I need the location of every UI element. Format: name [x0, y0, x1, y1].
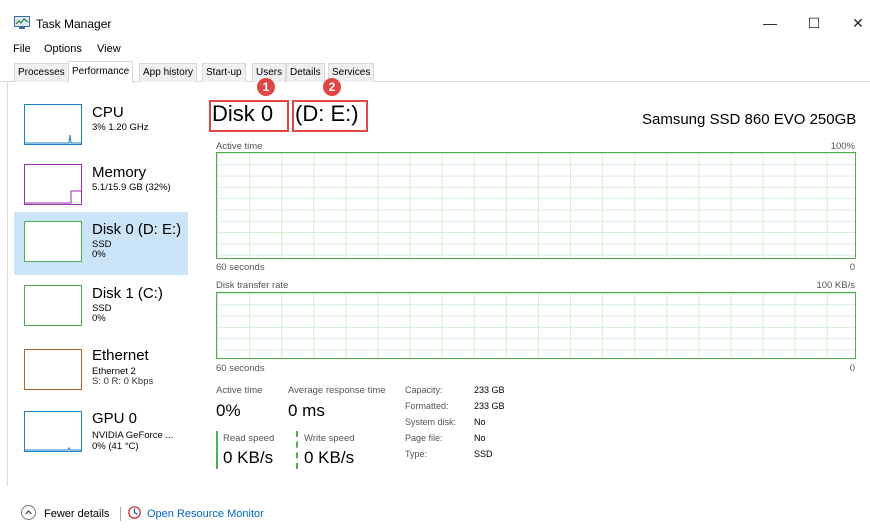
- memory-thumbnail-graph: [24, 164, 82, 205]
- menu-file[interactable]: File: [13, 43, 31, 55]
- sidebar-item-ethernet[interactable]: Ethernet Ethernet 2 S: 0 R: 0 Kbps: [14, 340, 188, 403]
- menu-view[interactable]: View: [97, 43, 121, 55]
- avg-response-value: 0 ms: [288, 401, 325, 420]
- gpu-sparkline: [25, 446, 81, 451]
- annotation-box-1: [209, 100, 289, 132]
- formatted-value: 233 GB: [474, 401, 505, 411]
- sidebar-item-memory[interactable]: Memory 5.1/15.9 GB (32%): [14, 155, 188, 218]
- capacity-label: Capacity:: [405, 385, 443, 395]
- disk-0-thumbnail-graph: [24, 221, 82, 262]
- formatted-label: Formatted:: [405, 401, 449, 411]
- read-speed-indicator: [216, 431, 218, 469]
- sidebar-disk-1-usage: 0%: [92, 313, 106, 324]
- transfer-rate-graph-label: Disk transfer rate: [216, 280, 289, 291]
- sidebar-gpu-name: GPU 0: [92, 410, 138, 427]
- sidebar-item-cpu[interactable]: CPU 3% 1.20 GHz: [14, 95, 188, 158]
- active-time-value: 0%: [216, 401, 241, 420]
- task-manager-icon: [14, 16, 30, 29]
- sidebar-memory-name: Memory: [92, 164, 147, 181]
- memory-sparkline: [25, 190, 81, 204]
- chevron-up-icon[interactable]: [21, 505, 36, 520]
- sidebar-cpu-detail: 3% 1.20 GHz: [92, 122, 149, 133]
- active-time-graph: [216, 152, 856, 259]
- sidebar-item-disk-0[interactable]: Disk 0 (D: E:) SSD 0%: [14, 212, 188, 275]
- write-speed-indicator: [296, 431, 298, 469]
- active-time-label: Active time: [216, 385, 263, 396]
- tab-app-history[interactable]: App history: [139, 63, 198, 82]
- read-speed-label: Read speed: [223, 433, 275, 444]
- system-disk-value: No: [474, 417, 486, 427]
- tab-bar: Processes Performance App history Start-…: [0, 60, 870, 83]
- sidebar-cpu-name: CPU: [92, 104, 124, 121]
- active-time-graph-duration: 60 seconds: [216, 262, 265, 273]
- tab-start-up[interactable]: Start-up: [202, 63, 246, 82]
- type-value: SSD: [474, 449, 493, 459]
- annotation-badge-1: 1: [257, 78, 275, 96]
- close-button[interactable]: ✕: [838, 10, 870, 36]
- sidebar-memory-detail: 5.1/15.9 GB (32%): [92, 182, 171, 193]
- minimize-button[interactable]: —: [750, 10, 790, 36]
- capacity-value: 233 GB: [474, 385, 505, 395]
- sidebar-ethernet-name: Ethernet: [92, 347, 149, 364]
- title-bar: Task Manager — ☐ ✕: [0, 0, 870, 40]
- transfer-rate-graph-max: 100 KB/s: [816, 280, 855, 291]
- cpu-thumbnail-graph: [24, 104, 82, 145]
- maximize-button[interactable]: ☐: [794, 10, 834, 36]
- active-time-graph-label: Active time: [216, 141, 263, 152]
- annotation-badge-2: 2: [323, 78, 341, 96]
- sidebar-gpu-usage: 0% (41 °C): [92, 441, 139, 452]
- ethernet-thumbnail-graph: [24, 349, 82, 390]
- menu-options[interactable]: Options: [44, 43, 82, 55]
- sidebar-item-gpu-0[interactable]: GPU 0 NVIDIA GeForce ... 0% (41 °C): [14, 400, 188, 463]
- transfer-rate-graph-min: 0: [849, 363, 855, 374]
- menu-bar: File Options View: [0, 40, 870, 60]
- page-file-label: Page file:: [405, 433, 443, 443]
- sidebar-disk-1-name: Disk 1 (C:): [92, 285, 163, 302]
- sidebar-ethernet-throughput: S: 0 R: 0 Kbps: [92, 376, 154, 387]
- tab-performance[interactable]: Performance: [68, 61, 134, 83]
- transfer-rate-graph: [216, 292, 856, 359]
- write-speed-label: Write speed: [304, 433, 355, 444]
- sidebar-disk-0-usage: 0%: [92, 249, 106, 260]
- sidebar-disk-0-name: Disk 0 (D: E:): [92, 221, 182, 238]
- resource-monitor-icon[interactable]: [128, 506, 141, 519]
- tab-details[interactable]: Details: [286, 63, 325, 82]
- gpu-thumbnail-graph: [24, 411, 82, 452]
- annotation-box-2: [292, 100, 368, 132]
- disk-model: Samsung SSD 860 EVO 250GB: [642, 111, 857, 128]
- active-time-graph-max: 100%: [830, 141, 855, 152]
- sidebar-gpu-model: NVIDIA GeForce ...: [92, 430, 174, 441]
- write-speed-value: 0 KB/s: [304, 448, 355, 467]
- type-label: Type:: [405, 449, 428, 459]
- sidebar-item-disk-1[interactable]: Disk 1 (C:) SSD 0%: [14, 276, 188, 339]
- avg-response-label: Average response time: [288, 385, 386, 396]
- read-speed-value: 0 KB/s: [223, 448, 274, 467]
- footer-separator: [120, 507, 121, 521]
- chevron-up-glyph: [25, 510, 32, 515]
- system-disk-label: System disk:: [405, 417, 457, 427]
- fewer-details-button[interactable]: Fewer details: [44, 508, 109, 520]
- window-title: Task Manager: [36, 17, 112, 31]
- tab-processes[interactable]: Processes: [14, 63, 69, 82]
- footer: Fewer details Open Resource Monitor: [0, 498, 870, 531]
- disk-1-thumbnail-graph: [24, 285, 82, 326]
- transfer-rate-graph-duration: 60 seconds: [216, 363, 265, 374]
- open-resource-monitor-link[interactable]: Open Resource Monitor: [147, 508, 264, 520]
- cpu-sparkline: [25, 134, 81, 144]
- active-time-graph-min: 0: [849, 262, 855, 273]
- page-file-value: No: [474, 433, 486, 443]
